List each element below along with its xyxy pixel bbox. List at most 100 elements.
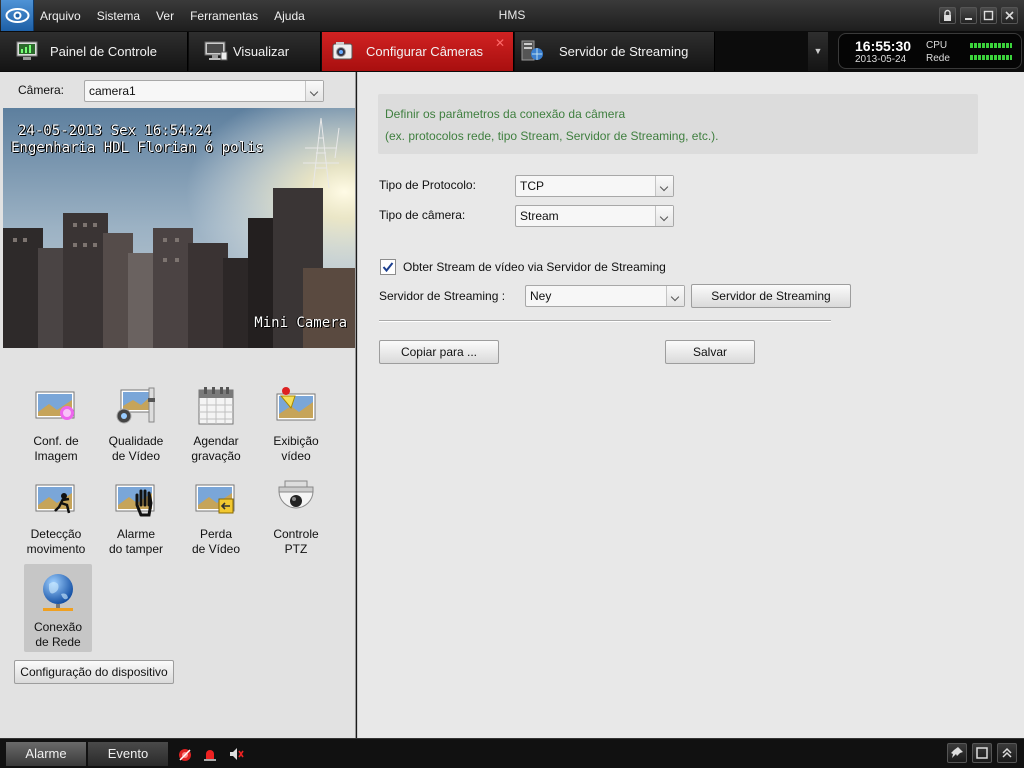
status-bar: Alarme Evento [0, 738, 1024, 768]
clock-time: 16:55:30 [855, 38, 912, 54]
image-config-icon [35, 391, 75, 420]
network-meter [970, 55, 1012, 60]
control-panel-icon [16, 41, 38, 60]
grid-item-label: Agendar gravação [191, 434, 241, 463]
menu-sistema[interactable]: Sistema [97, 9, 140, 23]
window-restore-icon[interactable] [972, 743, 992, 763]
tab-alarme[interactable]: Alarme [6, 742, 86, 766]
grid-item-label: Exibição vídeo [273, 434, 319, 463]
ptz-camera-icon [278, 480, 314, 509]
menu-ajuda[interactable]: Ajuda [274, 9, 305, 23]
grid-item-tamper-alarm[interactable]: Alarme do tamper [102, 471, 170, 559]
streaming-server-button[interactable]: Servidor de Streaming [691, 284, 851, 308]
divider [379, 320, 831, 322]
tab-visualizar[interactable]: Visualizar [189, 32, 321, 71]
network-globe-icon [43, 574, 73, 611]
video-quality-icon [116, 387, 155, 424]
grid-item-label: Alarme do tamper [108, 527, 164, 556]
grid-item-label: Conexão de Rede [33, 620, 83, 649]
chevron-down-icon [655, 206, 673, 226]
speaker-muted-icon[interactable] [228, 746, 244, 762]
streaming-server-icon [521, 40, 543, 61]
grid-item-image-config[interactable]: Conf. de Imagem [22, 378, 90, 466]
alarm-mute-icon[interactable] [177, 746, 193, 762]
tab-label: Painel de Controle [50, 44, 157, 59]
grid-item-label: Conf. de Imagem [33, 434, 79, 463]
camera-config-icon [332, 42, 353, 60]
calendar-icon [198, 387, 234, 425]
camera-type-select[interactable]: Stream [515, 205, 674, 227]
app-logo-eye-icon[interactable] [1, 0, 34, 31]
tab-configurar-cameras[interactable]: Configurar Câmeras ✕ [322, 32, 514, 71]
left-panel: Câmera: camera1 24-05-2013 Sex 16:54:24 … [0, 72, 356, 738]
grid-item-label: Qualidade de Vídeo [108, 434, 164, 463]
tab-label: Servidor de Streaming [559, 44, 689, 59]
menu-arquivo[interactable]: Arquivo [40, 9, 81, 23]
motion-detection-icon [35, 484, 75, 514]
menu-ferramentas[interactable]: Ferramentas [190, 9, 258, 23]
right-panel: Definir os parâmetros da conexão da câme… [357, 72, 1024, 738]
tab-label: Visualizar [233, 44, 290, 59]
grid-item-video-quality[interactable]: Qualidade de Vídeo [102, 378, 170, 466]
close-icon[interactable] [1001, 7, 1018, 24]
camera-select[interactable]: camera1 [84, 80, 324, 102]
grid-item-label: Controle PTZ [273, 527, 319, 556]
grid-item-schedule-recording[interactable]: Agendar gravação [182, 378, 250, 466]
grid-item-label: Detecção movimento [26, 527, 86, 556]
lock-icon[interactable] [939, 7, 956, 24]
camera-label: Câmera: [18, 83, 65, 97]
minimize-icon[interactable] [960, 7, 977, 24]
checkmark-icon [382, 262, 394, 273]
osd-timestamp: 24-05-2013 Sex 16:54:24 [18, 123, 212, 139]
grid-item-ptz-control[interactable]: Controle PTZ [262, 471, 330, 559]
streaming-server-label: Servidor de Streaming : [379, 289, 506, 303]
camera-select-value: camera1 [89, 84, 136, 98]
osd-camera-name: Mini Camera [254, 315, 347, 331]
device-config-button[interactable]: Configuração do dispositivo [14, 660, 174, 684]
maximize-icon[interactable] [980, 7, 997, 24]
menu-ver[interactable]: Ver [156, 9, 174, 23]
clock-date: 2013-05-24 [855, 54, 907, 65]
video-loss-icon [195, 484, 235, 514]
camera-type-label: Tipo de câmera: [379, 208, 466, 222]
app-window: Arquivo Sistema Ver Ferramentas Ajuda HM… [0, 0, 1024, 768]
chevron-down-icon [655, 176, 673, 196]
tab-evento[interactable]: Evento [88, 742, 168, 766]
streaming-server-select[interactable]: Ney [525, 285, 685, 307]
cpu-label: CPU [926, 40, 948, 51]
grid-item-video-display[interactable]: Exibição vídeo [262, 378, 330, 466]
streaming-server-select-value: Ney [530, 289, 552, 303]
video-display-icon [276, 387, 316, 421]
protocol-select-value: TCP [520, 179, 544, 193]
menu-bar: Arquivo Sistema Ver Ferramentas Ajuda [40, 0, 321, 31]
stream-via-server-label[interactable]: Obter Stream de vídeo via Servidor de St… [403, 260, 666, 274]
info-text-line1: Definir os parâmetros da conexão da câme… [385, 107, 626, 121]
cpu-meter [970, 43, 1012, 48]
tab-label: Configurar Câmeras [366, 44, 484, 59]
pin-icon[interactable] [947, 743, 967, 763]
protocol-select[interactable]: TCP [515, 175, 674, 197]
network-label: Rede [926, 53, 950, 64]
camera-type-select-value: Stream [520, 209, 559, 223]
monitor-icon [204, 41, 228, 61]
stream-via-server-checkbox[interactable] [380, 259, 396, 275]
grid-item-network-connection[interactable]: Conexão de Rede [24, 564, 92, 652]
chevron-down-icon [305, 81, 323, 101]
alarm-light-icon[interactable] [202, 746, 218, 762]
copy-to-button[interactable]: Copiar para ... [379, 340, 499, 364]
tab-overflow-chevron-down-icon[interactable]: ▼ [808, 32, 828, 71]
info-text-line2: (ex. protocolos rede, tipo Stream, Servi… [385, 129, 719, 143]
grid-item-motion-detection[interactable]: Detecção movimento [22, 471, 90, 559]
info-box: Definir os parâmetros da conexão da câme… [378, 94, 978, 154]
system-status-panel: 16:55:30 2013-05-24 CPU Rede [838, 33, 1022, 69]
title-bar: Arquivo Sistema Ver Ferramentas Ajuda HM… [0, 0, 1024, 31]
tamper-alarm-icon [115, 484, 155, 517]
tab-close-icon[interactable]: ✕ [495, 36, 505, 50]
grid-item-video-loss[interactable]: Perda de Vídeo [182, 471, 250, 559]
save-button[interactable]: Salvar [665, 340, 755, 364]
camera-preview: 24-05-2013 Sex 16:54:24 Engenharia HDL F… [3, 108, 355, 348]
collapse-up-icon[interactable] [997, 743, 1017, 763]
tab-servidor-de-streaming[interactable]: Servidor de Streaming [515, 32, 715, 71]
protocol-label: Tipo de Protocolo: [379, 178, 476, 192]
tab-painel-de-controle[interactable]: Painel de Controle [0, 32, 188, 71]
